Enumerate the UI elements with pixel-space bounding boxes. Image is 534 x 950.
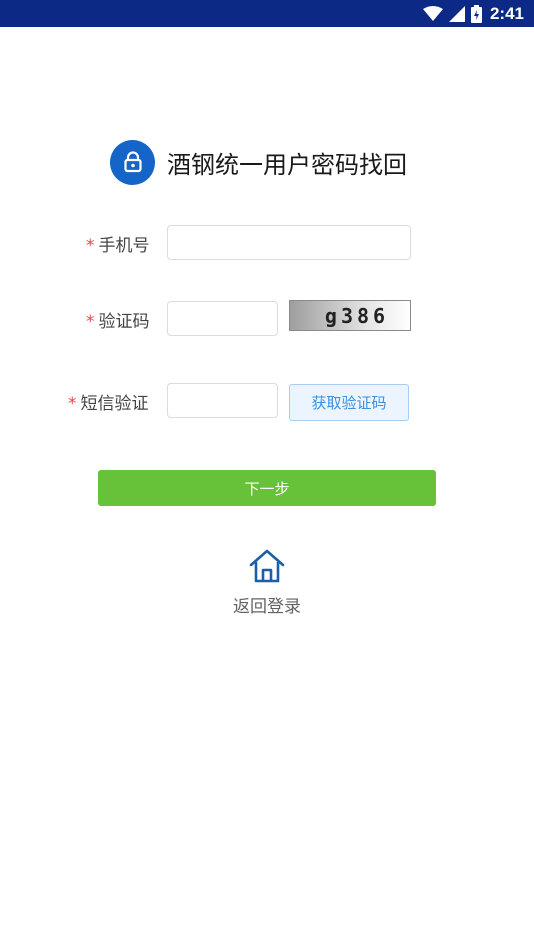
captcha-input[interactable] xyxy=(167,301,278,336)
sms-code-input[interactable] xyxy=(167,383,278,418)
phone-label-text: 手机号 xyxy=(98,236,150,256)
captcha-label-text: 验证码 xyxy=(98,312,150,332)
battery-icon xyxy=(470,4,482,23)
captcha-label: * 验证码 xyxy=(86,307,150,332)
required-mark: * xyxy=(86,312,95,332)
page-title: 酒钢统一用户密码找回 xyxy=(167,150,407,179)
next-step-button[interactable]: 下一步 xyxy=(98,470,436,506)
status-bar: 2:41 xyxy=(0,0,534,27)
wifi-icon xyxy=(422,5,443,22)
sms-label-text: 短信验证 xyxy=(80,394,149,414)
phone-input[interactable] xyxy=(167,225,411,260)
phone-label: * 手机号 xyxy=(86,231,150,256)
get-sms-code-button[interactable]: 获取验证码 xyxy=(289,384,409,421)
home-icon xyxy=(248,548,286,588)
status-time: 2:41 xyxy=(489,3,524,23)
required-mark: * xyxy=(68,394,77,414)
sms-label: * 短信验证 xyxy=(68,389,149,414)
back-to-login-link[interactable]: 返回登录 xyxy=(217,548,317,617)
captcha-image[interactable]: g386 xyxy=(289,300,411,331)
page-header: 酒钢统一用户密码找回 xyxy=(110,139,407,185)
unlock-icon xyxy=(110,139,155,185)
required-mark: * xyxy=(86,236,95,256)
back-to-login-label: 返回登录 xyxy=(233,597,301,617)
signal-icon xyxy=(448,5,465,22)
